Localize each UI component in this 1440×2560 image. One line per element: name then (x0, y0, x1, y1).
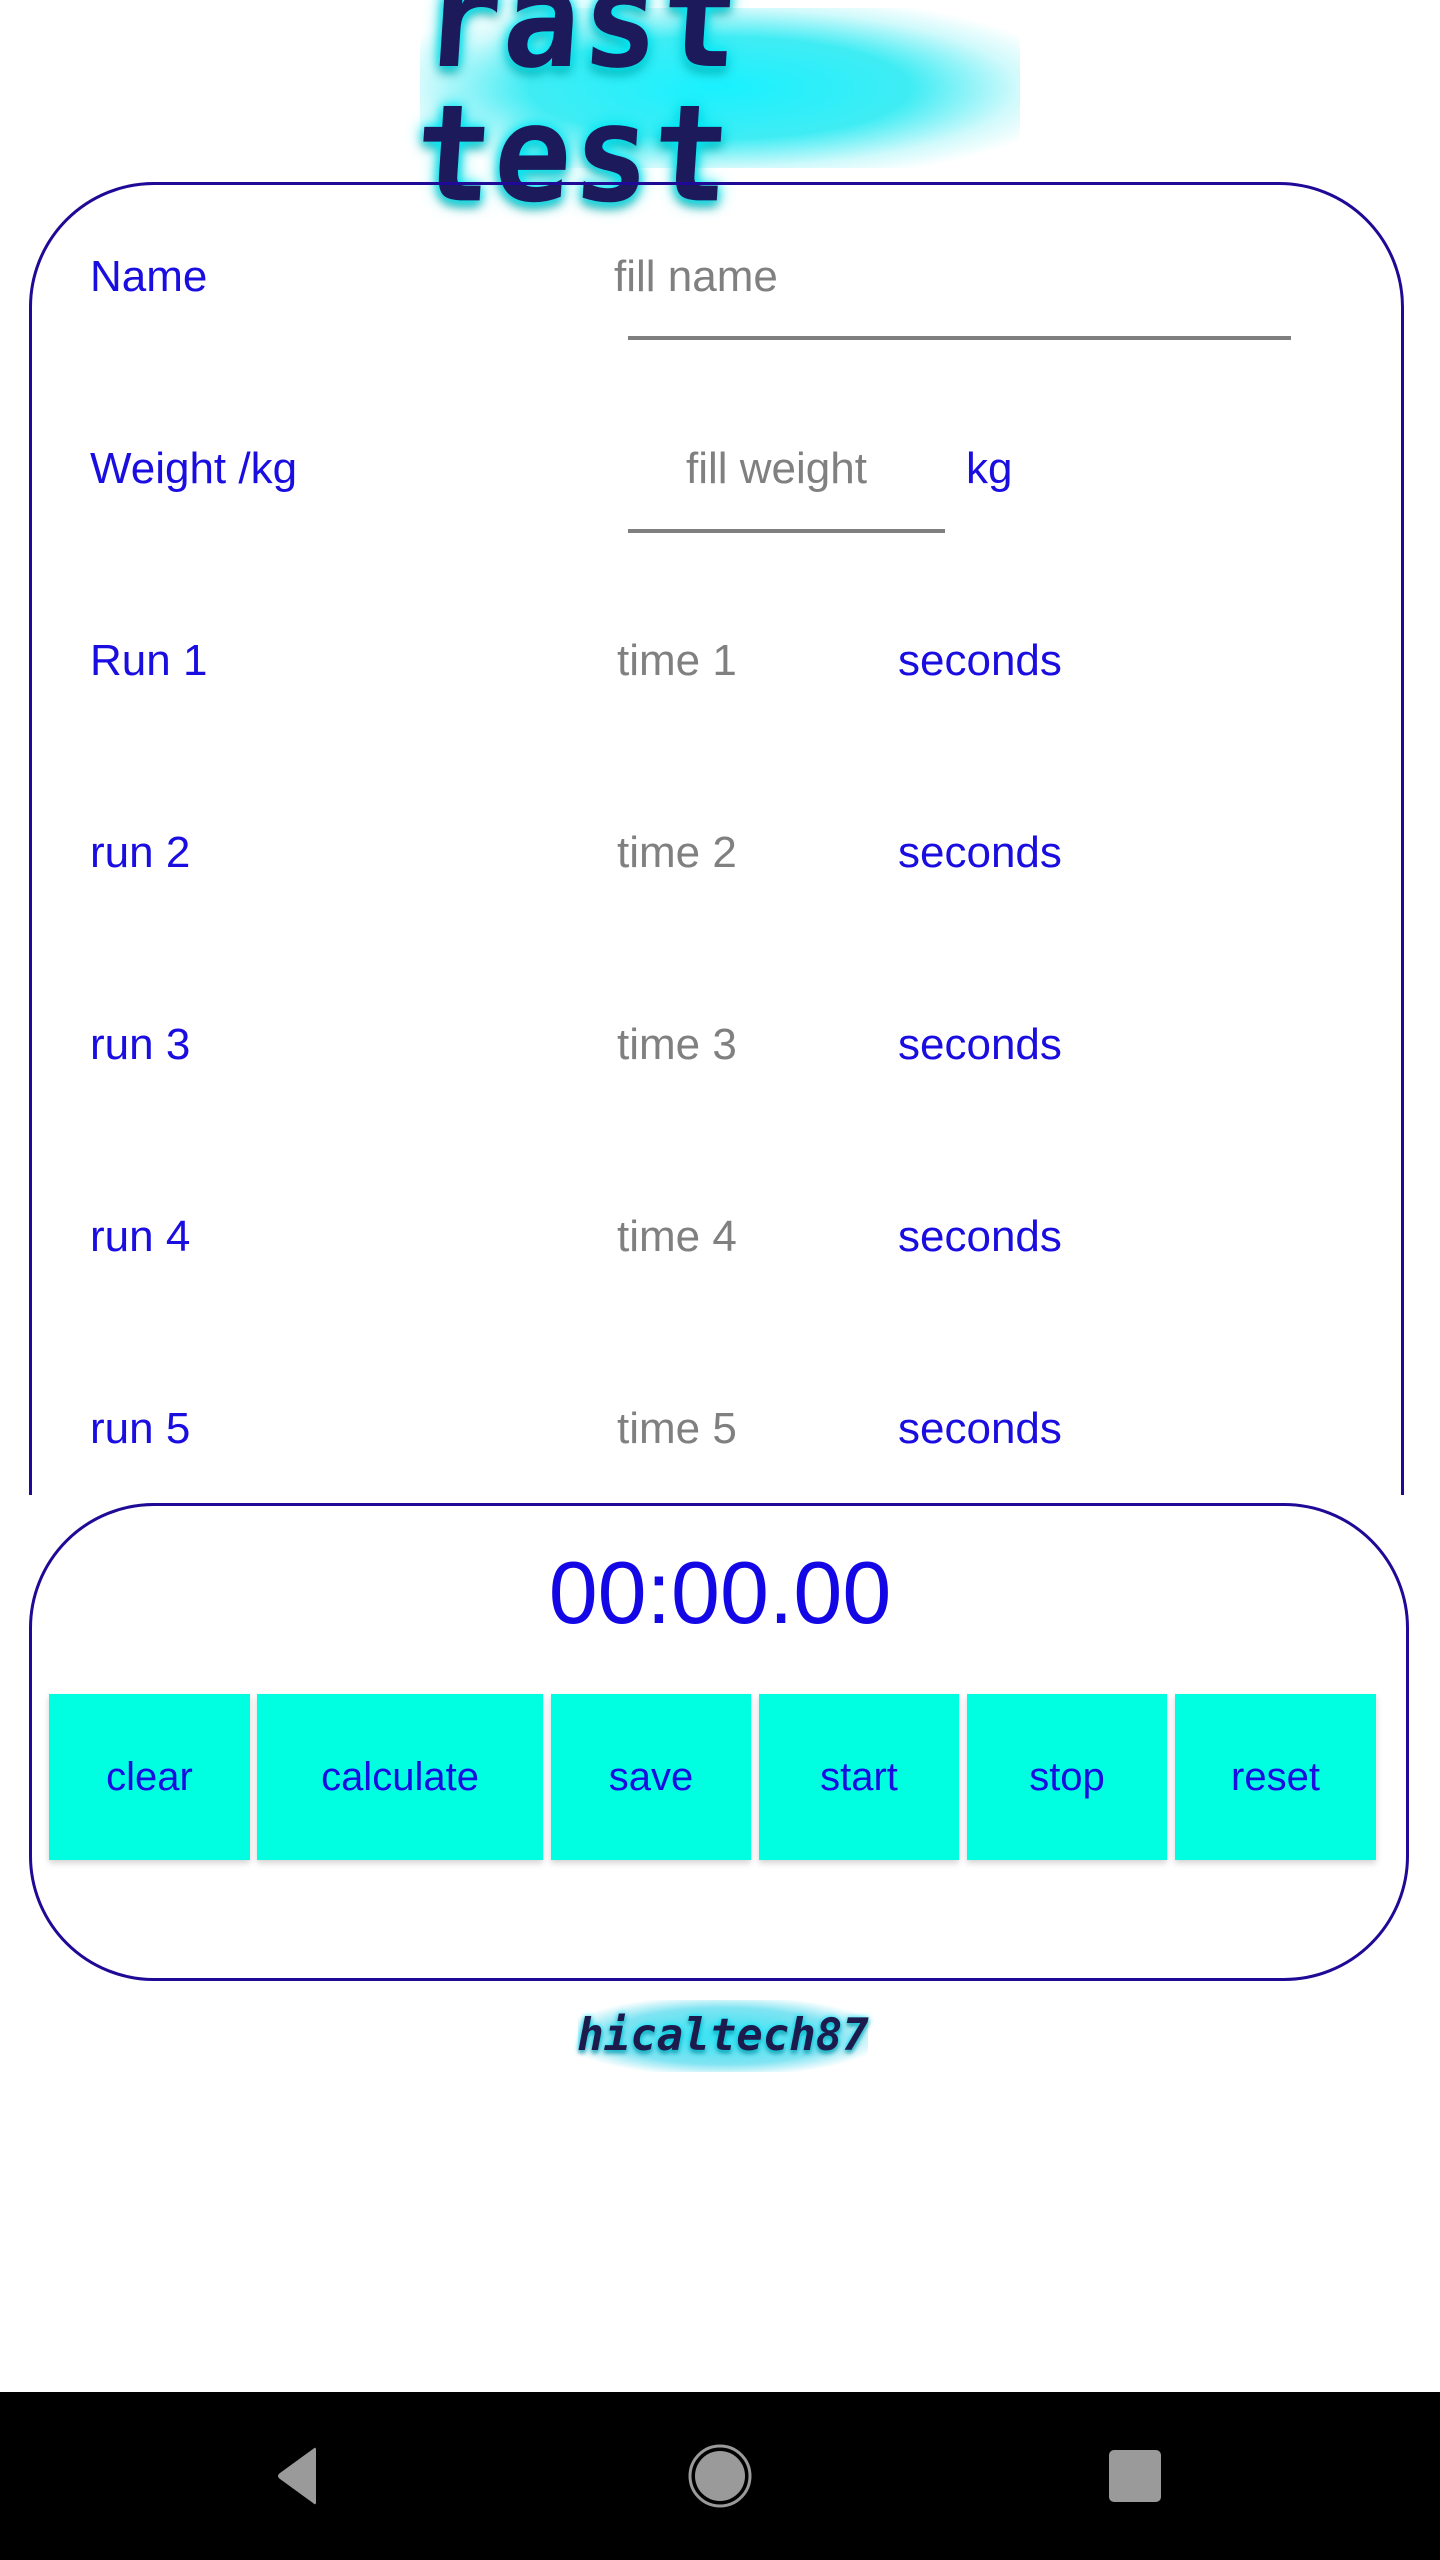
run-2-time-input[interactable]: time 2 (610, 813, 840, 893)
title-logo: rast test (410, 0, 1020, 233)
run-5-label: run 5 (90, 1404, 191, 1453)
stop-button[interactable]: stop (967, 1694, 1167, 1860)
run-1-unit: seconds (898, 636, 1062, 685)
run-2-label: run 2 (90, 828, 191, 877)
footer-logo-text: hicaltech87 (577, 2010, 869, 2061)
run-4-placeholder: time 4 (617, 1212, 737, 1261)
run-1-placeholder: time 1 (617, 636, 737, 685)
clear-button[interactable]: clear (49, 1694, 250, 1860)
home-icon (688, 2444, 752, 2508)
form-scroll-area[interactable]: Name fill name Weight /kg fill weight kg… (0, 180, 1440, 1495)
recents-icon (1109, 2450, 1161, 2502)
run-4-time-input[interactable]: time 4 (610, 1197, 840, 1277)
start-button[interactable]: start (759, 1694, 959, 1860)
stopwatch-display: 00:00.00 (548, 1543, 892, 1642)
name-input[interactable]: fill name (614, 230, 1294, 340)
run-3-placeholder: time 3 (617, 1020, 737, 1069)
screen: rast test Name fill name Weight /kg fill… (0, 0, 1440, 2560)
run-5-time-input[interactable]: time 5 (610, 1389, 840, 1469)
weight-input-underline (628, 529, 945, 533)
footer-logo: hicaltech87 (577, 2000, 869, 2072)
weight-unit: kg (966, 444, 1013, 493)
run-3-unit: seconds (898, 1020, 1062, 1069)
run-2-unit: seconds (898, 828, 1062, 877)
weight-input[interactable]: fill weight (614, 422, 949, 533)
run-3-label: run 3 (90, 1020, 191, 1069)
weight-placeholder: fill weight (686, 444, 867, 493)
calculate-button[interactable]: calculate (257, 1694, 543, 1860)
system-nav-bar (0, 2392, 1440, 2560)
run-5-placeholder: time 5 (617, 1404, 737, 1453)
run-5-unit: seconds (898, 1404, 1062, 1453)
name-input-underline (628, 336, 1291, 340)
nav-recents-button[interactable] (1055, 2392, 1215, 2560)
run-2-placeholder: time 2 (617, 828, 737, 877)
run-3-time-input[interactable]: time 3 (610, 1005, 840, 1085)
run-1-time-input[interactable]: time 1 (610, 621, 840, 701)
name-placeholder: fill name (614, 252, 778, 301)
back-icon (278, 2447, 316, 2505)
run-4-label: run 4 (90, 1212, 191, 1261)
reset-button[interactable]: reset (1175, 1694, 1376, 1860)
run-4-unit: seconds (898, 1212, 1062, 1261)
run-1-label: Run 1 (90, 636, 208, 685)
nav-back-button[interactable] (220, 2392, 380, 2560)
save-button[interactable]: save (551, 1694, 751, 1860)
name-label: Name (90, 252, 208, 301)
nav-home-button[interactable] (640, 2392, 800, 2560)
weight-label: Weight /kg (90, 444, 298, 493)
